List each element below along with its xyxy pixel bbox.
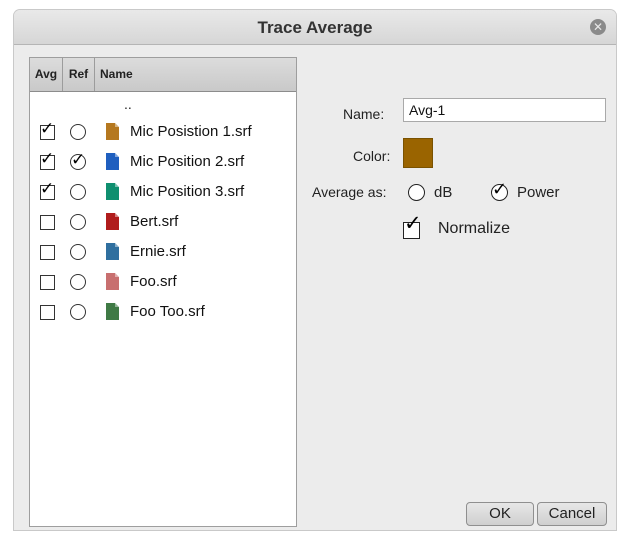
file-name: Mic Posistion 1.srf [130,123,252,140]
ref-radio[interactable] [70,184,86,200]
column-header-ref[interactable]: Ref [63,58,95,91]
average-power-label: Power [517,184,560,201]
ref-radio[interactable] [70,124,86,140]
title-bar: Trace Average ✕ [14,10,616,45]
column-header-avg[interactable]: Avg [30,58,63,91]
check-icon: ✓ [40,119,55,138]
file-name: Ernie.srf [130,243,186,260]
average-power-radio[interactable]: ✓ [491,180,508,201]
file-name: Foo Too.srf [130,303,205,320]
color-label: Color: [353,148,391,164]
color-swatch[interactable] [403,138,433,168]
avg-checkbox[interactable]: ✓ [40,180,55,200]
normalize-checkbox[interactable]: ✓ [403,213,422,239]
file-row[interactable]: Ernie.srf [30,238,296,268]
close-icon: ✕ [592,20,604,34]
file-row[interactable]: ✓ Mic Position 3.srf [30,178,296,208]
cancel-button[interactable]: Cancel [537,502,607,526]
dialog-title: Trace Average [257,18,373,37]
trace-average-dialog: Trace Average ✕ Avg Ref Name .. ✓ Mic Pos… [14,10,616,530]
avg-checkbox[interactable] [40,245,55,260]
avg-checkbox[interactable]: ✓ [40,120,55,140]
check-icon: ✓ [404,212,422,235]
file-row[interactable]: Foo Too.srf [30,298,296,328]
ref-radio[interactable] [70,214,86,230]
check-icon: ✓ [492,179,508,199]
file-icon [106,273,119,290]
file-icon [106,243,119,260]
ref-radio[interactable] [70,304,86,320]
avg-checkbox[interactable] [40,215,55,230]
check-icon: ✓ [71,150,86,169]
parent-directory-item[interactable]: .. [124,96,132,112]
close-button[interactable]: ✕ [590,19,606,35]
average-db-radio[interactable] [408,184,425,201]
file-icon [106,303,119,320]
file-icon [106,183,119,200]
ref-radio[interactable] [70,244,86,260]
normalize-label: Normalize [438,220,511,237]
average-db-label: dB [434,184,453,201]
file-list-panel: Avg Ref Name .. ✓ Mic Posistion 1.srf ✓ ✓ Mi… [29,57,297,527]
file-icon [106,153,119,170]
file-list-header: Avg Ref Name [30,58,296,92]
ref-radio[interactable] [70,274,86,290]
ok-button[interactable]: OK [466,502,534,526]
avg-checkbox[interactable] [40,275,55,290]
ref-radio[interactable]: ✓ [70,150,86,170]
name-label: Name: [343,106,385,122]
check-icon: ✓ [40,179,55,198]
file-icon [106,213,119,230]
file-row[interactable]: ✓ ✓ Mic Position 2.srf [30,148,296,178]
file-name: Mic Position 2.srf [130,153,245,170]
file-row[interactable]: ✓ Mic Posistion 1.srf [30,118,296,148]
avg-checkbox[interactable] [40,305,55,320]
file-row[interactable]: Foo.srf [30,268,296,298]
name-input[interactable] [403,98,606,122]
average-as-label: Average as: [312,184,387,200]
file-row[interactable]: Bert.srf [30,208,296,238]
check-icon: ✓ [40,149,55,168]
file-name: Bert.srf [130,213,179,230]
file-name: Foo.srf [130,273,177,290]
file-icon [106,123,119,140]
file-name: Mic Position 3.srf [130,183,245,200]
avg-checkbox[interactable]: ✓ [40,150,55,170]
column-header-name[interactable]: Name [100,58,133,91]
